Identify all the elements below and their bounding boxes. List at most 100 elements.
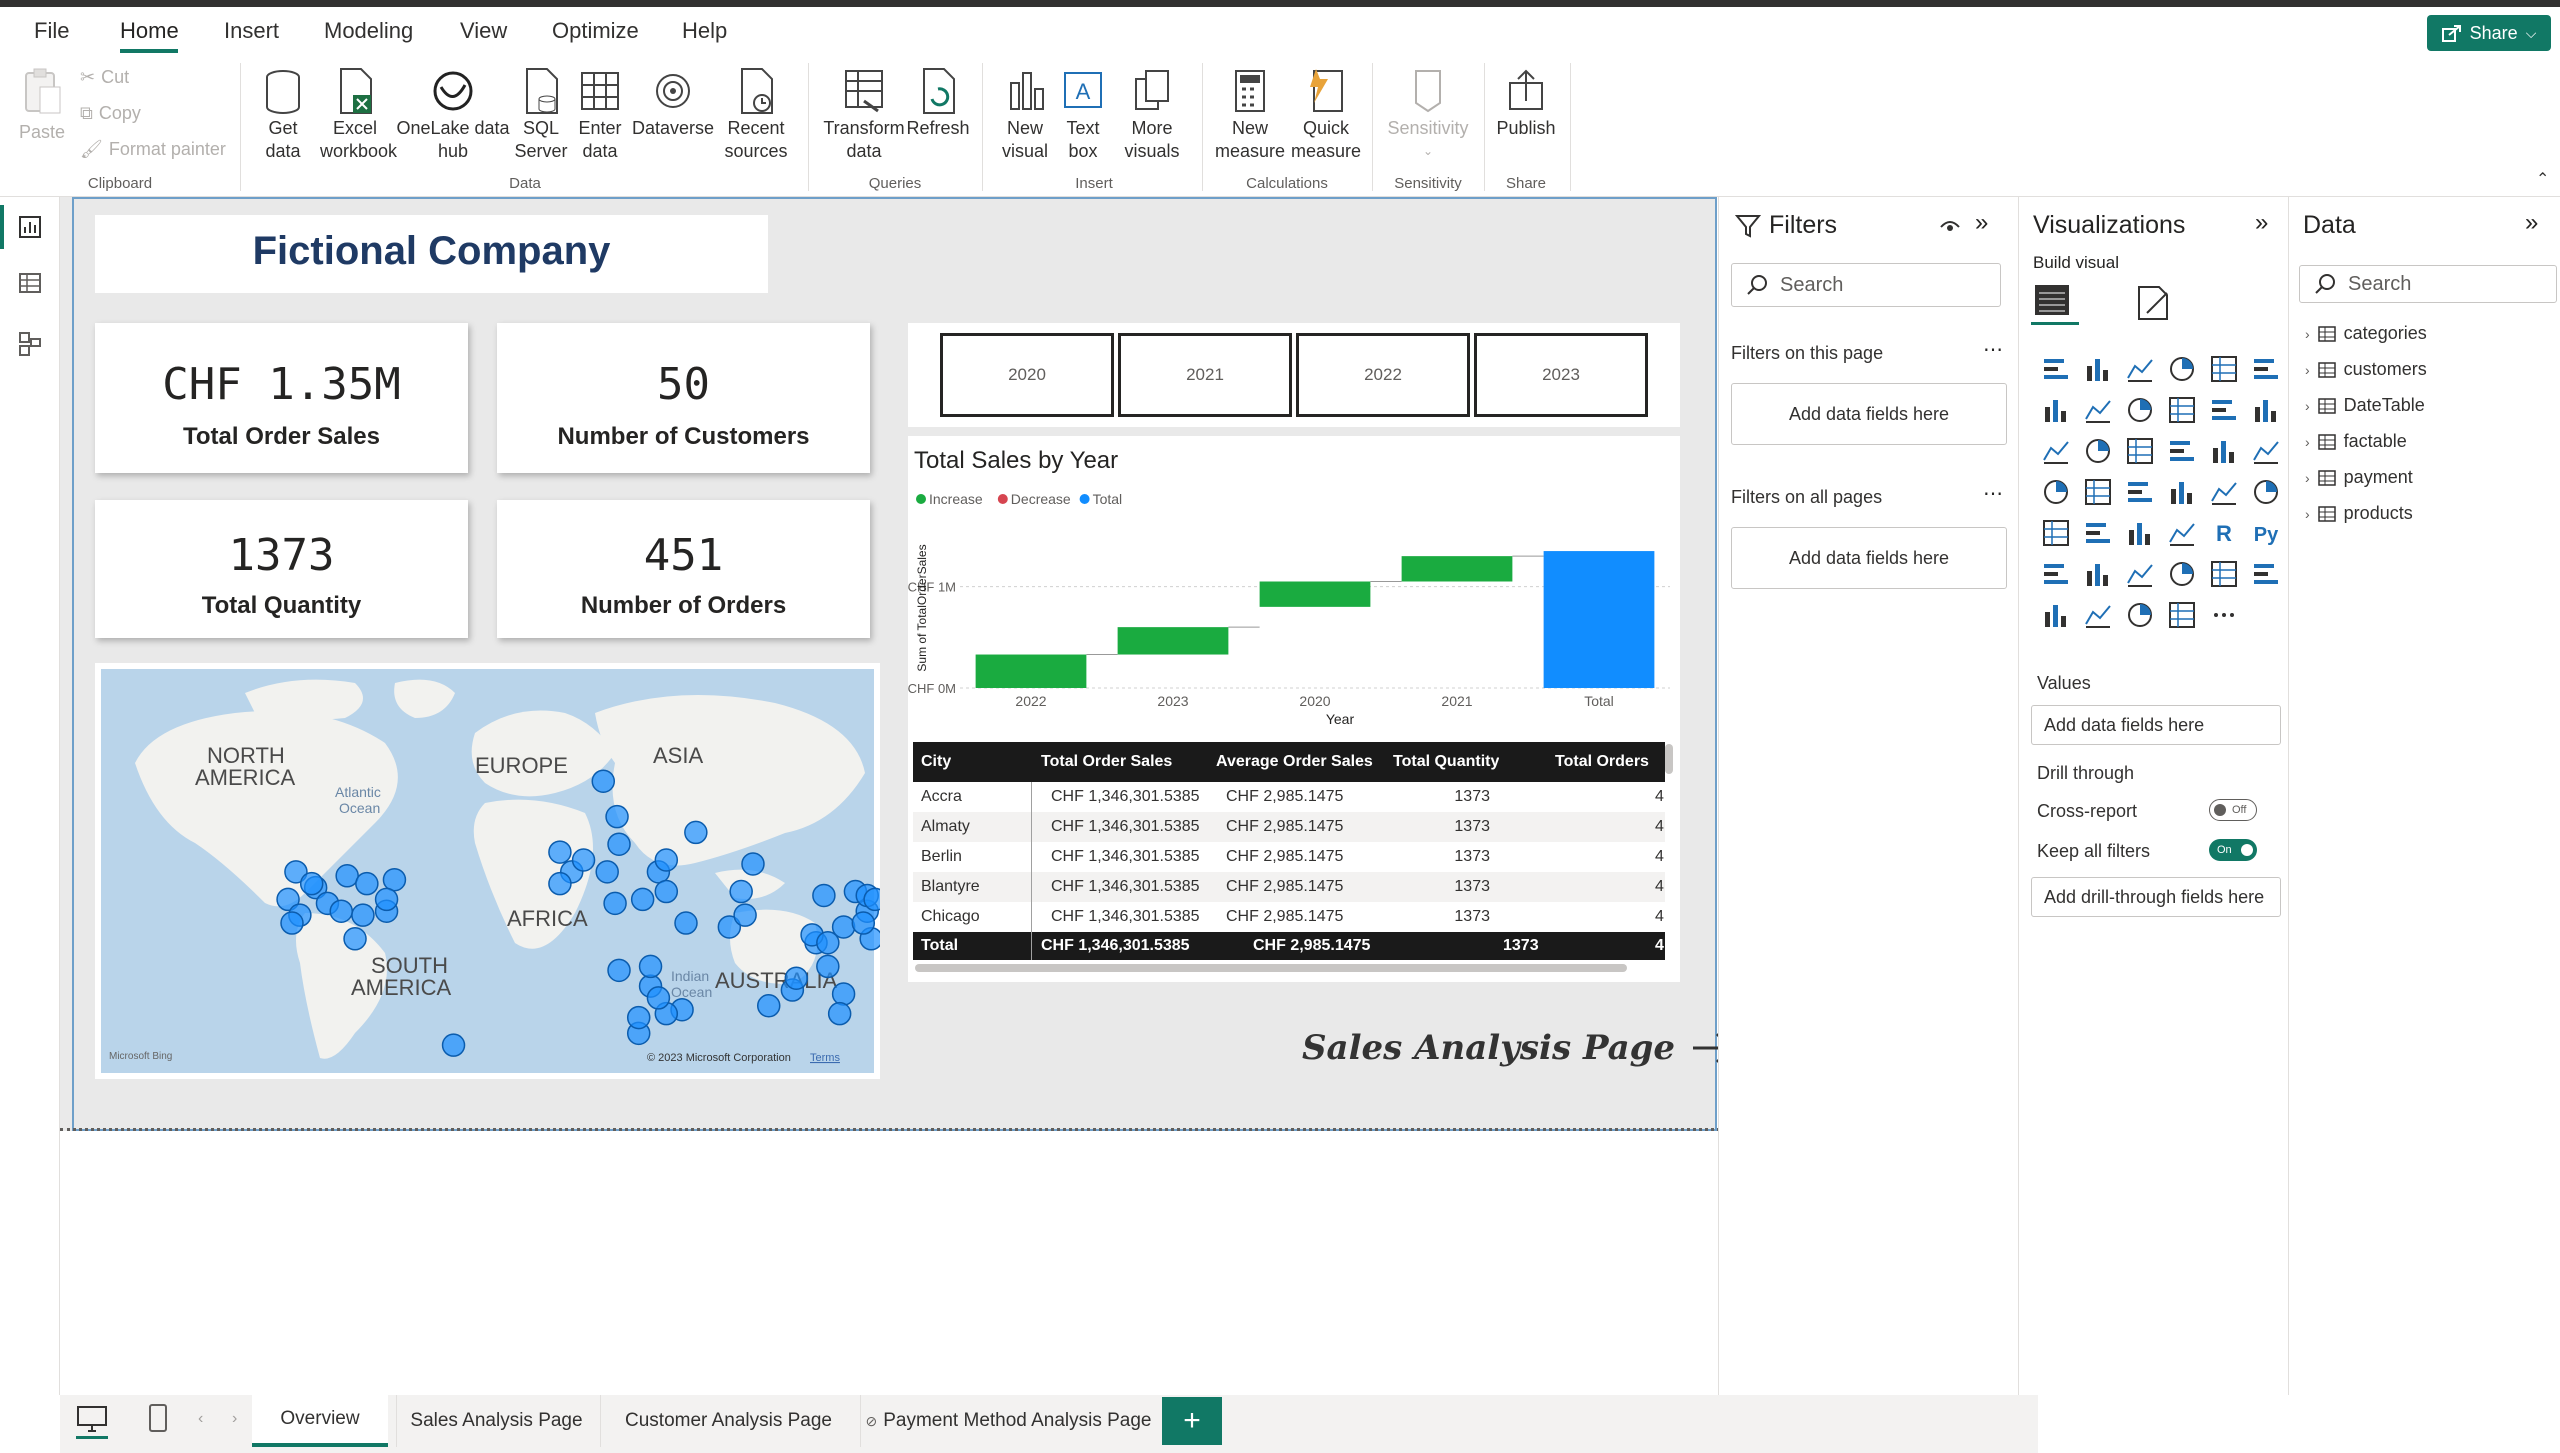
kpi-card-total-order-sales[interactable]: CHF 1.35M Total Order Sales (95, 323, 468, 473)
map-data-point[interactable] (382, 867, 407, 892)
dataverse-button[interactable]: Dataverse (628, 67, 718, 140)
year-slicer-2021[interactable]: 2021 (1118, 333, 1292, 417)
data-table-item[interactable]: › categories (2305, 323, 2427, 344)
map-data-point[interactable] (646, 986, 671, 1010)
map-data-point[interactable] (816, 930, 840, 955)
report-view-icon[interactable] (18, 215, 42, 239)
donut-visual-icon[interactable] (2209, 436, 2239, 466)
cut-button[interactable]: ✂ Cut (80, 67, 129, 88)
metrics-visual-icon[interactable] (2251, 559, 2281, 589)
map-data-point[interactable] (741, 852, 765, 876)
matrix-visual-icon[interactable] (2167, 518, 2197, 548)
line-clustered-column-visual-icon[interactable] (2209, 395, 2239, 425)
menu-help[interactable]: Help (682, 18, 727, 44)
get-data-button[interactable]: Get data (250, 67, 316, 163)
publish-button[interactable]: Publish (1492, 67, 1560, 140)
waterfall-chart[interactable]: Total Sales by Year Increase Decrease Tota… (908, 436, 1680, 736)
more-visuals-button[interactable]: More visuals (1112, 67, 1192, 163)
recent-sources-button[interactable]: Recent sources (716, 67, 796, 163)
menu-insert[interactable]: Insert (224, 18, 279, 44)
format-painter-button[interactable]: 🖌 Format painter (80, 139, 226, 160)
eye-icon[interactable] (1939, 217, 1961, 237)
map-data-point[interactable] (733, 903, 757, 927)
map-visual-icon[interactable] (2041, 477, 2071, 507)
build-visual-tab[interactable] (2031, 279, 2079, 325)
tab-sales-analysis[interactable]: Sales Analysis Page (396, 1395, 596, 1447)
card-visual-icon[interactable] (2209, 477, 2239, 507)
collapse-visualizations-icon[interactable]: » (2255, 209, 2268, 237)
header-average-order-sales[interactable]: Average Order Sales (1216, 753, 1373, 771)
map-data-point[interactable] (630, 887, 655, 912)
table-row[interactable]: Blantyre CHF 1,346,301.5385 CHF 2,985.1475… (913, 872, 1665, 902)
data-search-input[interactable]: Search (2299, 265, 2557, 303)
waterfall-visual-icon[interactable] (2041, 436, 2071, 466)
map-data-point[interactable] (674, 911, 698, 935)
kpi-visual-icon[interactable] (2041, 518, 2071, 548)
map-data-point[interactable] (280, 911, 304, 935)
map-data-point[interactable] (595, 860, 619, 884)
filters-search-input[interactable]: Search (1731, 263, 2001, 307)
map-data-point[interactable] (816, 954, 840, 979)
collapse-filters-icon[interactable]: » (1975, 209, 1988, 237)
filters-all-pages-drop-zone[interactable]: Add data fields here (1731, 527, 2007, 589)
new-visual-button[interactable]: New visual (996, 67, 1054, 163)
waterfall-bar-2023[interactable] (1117, 627, 1229, 655)
table-view-icon[interactable] (18, 271, 42, 295)
scroll-right-icon[interactable]: › (232, 1410, 237, 1428)
map-data-point[interactable] (329, 899, 353, 923)
scroll-left-icon[interactable]: ‹ (198, 1410, 203, 1428)
map-data-point[interactable] (654, 879, 679, 904)
paste-button[interactable]: Paste (14, 67, 70, 144)
power-apps-visual-icon[interactable] (2041, 600, 2071, 630)
more-options-icon[interactable]: ⋯ (1983, 481, 2003, 506)
clustered-column-visual-icon[interactable] (2167, 354, 2197, 384)
waterfall-bar-total[interactable] (1543, 551, 1655, 688)
key-influencers-visual-icon[interactable] (2041, 559, 2071, 589)
map-data-point[interactable] (605, 804, 629, 829)
map-data-point[interactable] (654, 848, 679, 872)
waterfall-bar-2022[interactable] (975, 654, 1087, 688)
line-column-visual-icon[interactable] (2167, 395, 2197, 425)
power-automate-visual-icon[interactable] (2083, 600, 2113, 630)
refresh-button[interactable]: Refresh (906, 67, 970, 140)
waterfall-bar-2021[interactable] (1401, 556, 1513, 582)
title-card[interactable]: Fictional Company (95, 215, 768, 293)
map-data-point[interactable] (607, 958, 631, 983)
header-city[interactable]: City (921, 753, 951, 771)
keep-all-filters-toggle[interactable]: On (2209, 839, 2257, 861)
sql-server-button[interactable]: SQL Server (512, 67, 570, 163)
gauge-visual-icon[interactable] (2167, 477, 2197, 507)
tab-payment-method-analysis[interactable]: ⊘ Payment Method Analysis Page (860, 1395, 1156, 1447)
scatter-visual-icon[interactable] (2125, 436, 2155, 466)
pie-visual-icon[interactable] (2167, 436, 2197, 466)
header-total-order-sales[interactable]: Total Order Sales (1041, 753, 1172, 771)
stacked-area-visual-icon[interactable] (2125, 395, 2155, 425)
slicer-visual-icon[interactable] (2083, 518, 2113, 548)
kpi-card-number-of-orders[interactable]: 451 Number of Orders (497, 500, 870, 638)
map-data-point[interactable] (603, 891, 627, 916)
map-data-point[interactable] (684, 820, 708, 845)
year-slicer-2020[interactable]: 2020 (940, 333, 1114, 417)
map-data-point[interactable] (729, 879, 753, 904)
azure-map-visual-icon[interactable] (2125, 477, 2155, 507)
treemap-visual-icon[interactable] (2251, 436, 2281, 466)
menu-optimize[interactable]: Optimize (552, 18, 639, 44)
stacked-column-visual-icon[interactable] (2083, 354, 2113, 384)
format-visual-icon[interactable] (2133, 283, 2173, 323)
share-button[interactable]: Share ⌵ (2427, 15, 2551, 51)
map-visual[interactable]: NORTH AMERICA EUROPE ASIA Atlantic Ocean… (95, 663, 880, 1079)
kpi-card-total-quantity[interactable]: 1373 Total Quantity (95, 500, 468, 638)
menu-modeling[interactable]: Modeling (324, 18, 413, 44)
new-measure-button[interactable]: New measure (1212, 67, 1288, 163)
funnel-visual-icon[interactable] (2083, 436, 2113, 466)
clustered-bar-visual-icon[interactable] (2125, 354, 2155, 384)
sensitivity-button[interactable]: Sensitivity ⌄ (1380, 67, 1476, 163)
map-data-point[interactable] (441, 1033, 466, 1057)
area-visual-icon[interactable] (2083, 395, 2113, 425)
values-drop-zone[interactable]: Add data fields here (2031, 705, 2281, 745)
text-box-button[interactable]: A Text box (1058, 67, 1108, 163)
map-data-point[interactable] (607, 832, 631, 856)
table-row[interactable]: Chicago CHF 1,346,301.5385 CHF 2,985.1475 1… (913, 902, 1665, 932)
transform-data-button[interactable]: Transform data (820, 67, 908, 163)
line-visual-icon[interactable] (2041, 395, 2071, 425)
